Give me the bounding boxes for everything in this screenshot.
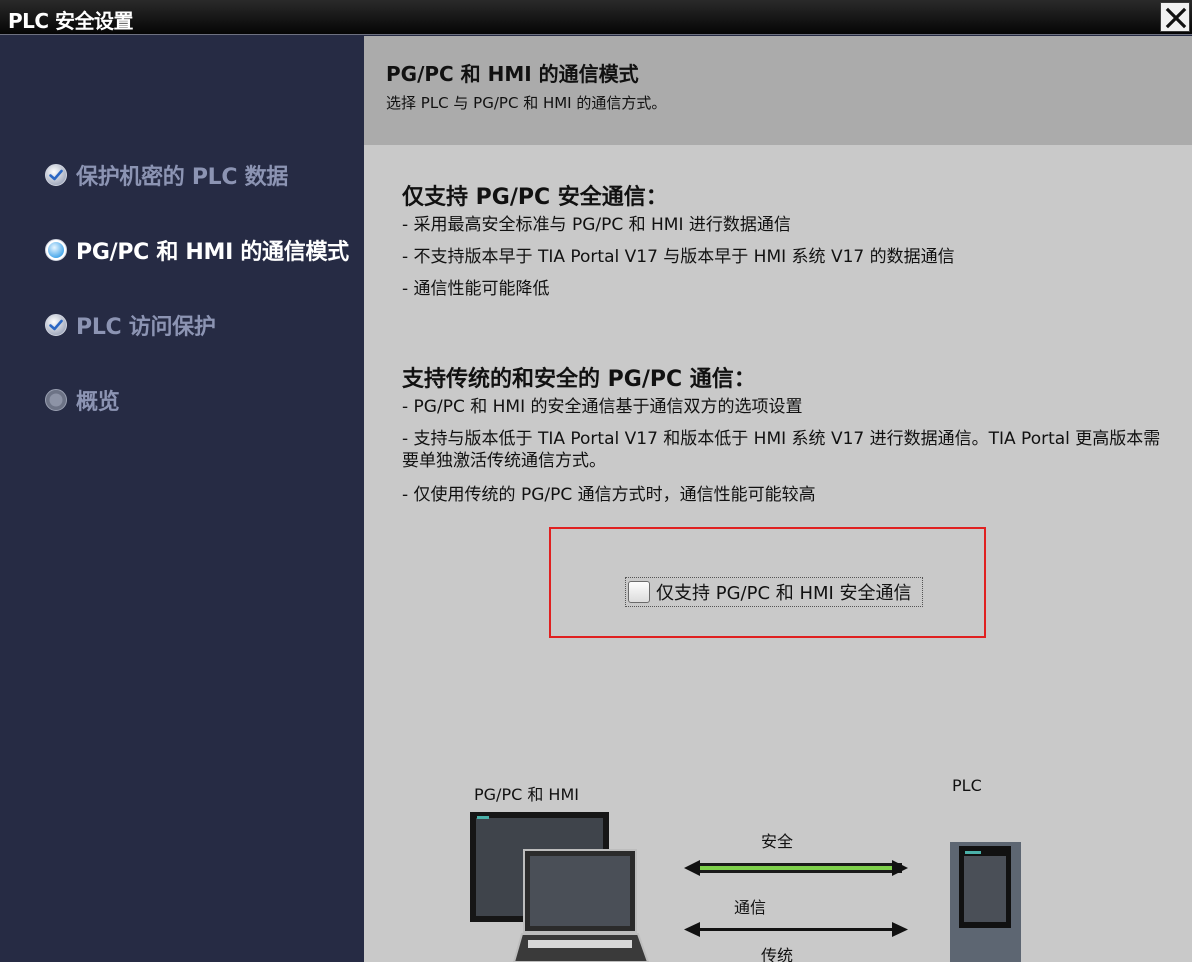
section-line: - 不支持版本早于 TIA Portal V17 与版本早于 HMI 系统 V1…: [402, 247, 955, 267]
radio-active-icon: [45, 239, 67, 261]
sidebar-item-access-protection[interactable]: PLC 访问保护: [44, 309, 216, 341]
wizard-sidebar: 保护机密的 PLC 数据 PG/PC 和 HMI 的通信模式 PLC 访问保护 …: [0, 36, 364, 962]
wizard-content: PG/PC 和 HMI 的通信模式 选择 PLC 与 PG/PC 和 HMI 的…: [364, 36, 1192, 962]
page-title: PG/PC 和 HMI 的通信模式: [386, 62, 639, 86]
sidebar-item-label: PLC 访问保护: [76, 315, 216, 340]
sidebar-item-label: 概览: [76, 390, 120, 415]
section-line: - 支持与版本低于 TIA Portal V17 和版本低于 HMI 系统 V1…: [402, 429, 1161, 471]
secure-only-checkbox[interactable]: 仅支持 PG/PC 和 HMI 安全通信: [625, 577, 923, 607]
laptop-icon: [512, 849, 650, 962]
plc-device-icon: [950, 842, 1021, 962]
page-header: PG/PC 和 HMI 的通信模式 选择 PLC 与 PG/PC 和 HMI 的…: [364, 36, 1192, 145]
checkbox-label: 仅支持 PG/PC 和 HMI 安全通信: [656, 583, 912, 604]
sidebar-item-comm-mode[interactable]: PG/PC 和 HMI 的通信模式: [44, 234, 349, 266]
section-line: - 仅使用传统的 PG/PC 通信方式时，通信性能可能较高: [402, 485, 816, 505]
sidebar-item-label: 保护机密的 PLC 数据: [76, 165, 289, 190]
page-subtitle: 选择 PLC 与 PG/PC 和 HMI 的通信方式。: [386, 94, 667, 112]
section-line: - 通信性能可能降低: [402, 279, 550, 299]
section-line: - 采用最高安全标准与 PG/PC 和 HMI 进行数据通信: [402, 215, 791, 235]
secure-arrow: [684, 860, 908, 876]
checkbox-box[interactable]: [628, 581, 650, 603]
sidebar-item-label: PG/PC 和 HMI 的通信模式: [76, 240, 349, 265]
section-secure-only-title: 仅支持 PG/PC 安全通信：: [402, 185, 668, 210]
section-line: - PG/PC 和 HMI 的安全通信基于通信双方的选项设置: [402, 397, 803, 417]
check-circle-icon: [45, 164, 67, 186]
check-circle-icon: [45, 314, 67, 336]
close-button[interactable]: [1160, 2, 1190, 32]
sidebar-item-protect-data[interactable]: 保护机密的 PLC 数据: [44, 159, 288, 191]
communication-diagram: [470, 812, 1021, 962]
window-title: PLC 安全设置: [8, 9, 134, 33]
circle-grey-icon: [45, 389, 67, 411]
legacy-arrow: [684, 922, 908, 937]
close-icon: [1165, 7, 1187, 29]
sidebar-item-overview[interactable]: 概览: [44, 384, 120, 416]
title-bar: PLC 安全设置: [0, 0, 1192, 35]
section-legacy-title: 支持传统的和安全的 PG/PC 通信：: [402, 367, 756, 392]
